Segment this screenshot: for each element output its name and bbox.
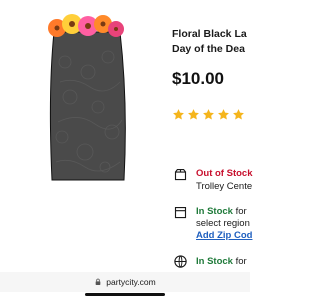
same-day-status-suffix: for bbox=[232, 256, 247, 267]
pickup-status: In Stock bbox=[196, 206, 233, 217]
pickup-detail: select region bbox=[196, 218, 250, 229]
same-day-status: In Stock bbox=[196, 256, 233, 267]
product-title: Floral Black La Day of the Dea bbox=[172, 27, 250, 57]
pickup-status-suffix: for bbox=[232, 206, 247, 217]
shipping-status: Out of Stock bbox=[196, 168, 253, 179]
star-icon bbox=[173, 109, 184, 120]
store-icon bbox=[174, 206, 187, 219]
product-title-line-2: Day of the Dea bbox=[172, 43, 245, 55]
lock-icon bbox=[95, 278, 101, 285]
shipping-detail: Trolley Cente bbox=[196, 181, 253, 192]
product-price: $10.00 bbox=[172, 69, 224, 88]
star-icon bbox=[233, 109, 244, 120]
globe-icon bbox=[174, 255, 187, 268]
product-title-line-1: Floral Black La bbox=[172, 28, 247, 40]
star-icon bbox=[203, 109, 214, 120]
same-day-status-line: In Stock for bbox=[196, 256, 247, 268]
home-indicator[interactable] bbox=[85, 293, 165, 296]
product-image[interactable] bbox=[40, 12, 130, 182]
url-text: partycity.com bbox=[106, 277, 156, 287]
add-zip-code-link[interactable]: Add Zip Cod bbox=[196, 230, 252, 242]
rating-stars[interactable] bbox=[172, 108, 245, 121]
address-bar[interactable]: partycity.com bbox=[0, 272, 250, 292]
pickup-status-line: In Stock for bbox=[196, 206, 247, 218]
star-icon bbox=[188, 109, 199, 120]
star-icon bbox=[218, 109, 229, 120]
box-icon bbox=[174, 168, 187, 181]
